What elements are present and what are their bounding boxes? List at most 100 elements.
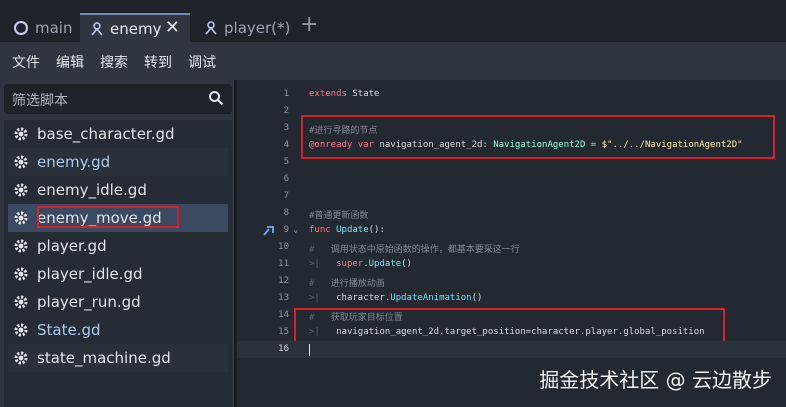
comment: 调用状态中原始函数的操作，都基本要采这一行 — [330, 245, 520, 255]
list-item[interactable]: player.gd — [8, 232, 228, 260]
add-tab-button[interactable]: + — [300, 10, 318, 39]
line-number: 6 — [283, 174, 289, 184]
menu-debug[interactable]: 调试 — [188, 52, 216, 72]
line-number: 14 — [278, 310, 289, 320]
filter-scripts-input[interactable]: 筛选脚本 — [4, 84, 232, 114]
code-token: () — [471, 293, 483, 303]
file-name: player_idle.gd — [37, 265, 143, 283]
menu-edit[interactable]: 编辑 — [56, 52, 84, 72]
file-name: base_character.gd — [37, 125, 175, 143]
code-text: >| character.UpdateAnimation() — [309, 293, 482, 303]
gear-icon — [14, 211, 28, 225]
close-tab-icon[interactable]: ✕ — [165, 17, 180, 38]
code-line: 9 ⌄ func Update(): — [237, 222, 786, 239]
line-number: 7 — [283, 191, 289, 201]
highlight-box — [301, 115, 775, 159]
code-line: 13 >| character.UpdateAnimation() — [237, 290, 786, 307]
line-number: 13 — [278, 293, 289, 303]
comment-mark: # — [309, 279, 315, 289]
line-number: 12 — [278, 276, 289, 286]
line-number: 3 — [283, 123, 289, 133]
code-token: () — [401, 259, 412, 269]
menu-file[interactable]: 文件 — [12, 52, 40, 72]
line-number: 5 — [283, 157, 289, 167]
indent-mark: >| — [309, 293, 320, 303]
line-number: 2 — [283, 106, 289, 116]
function-name: .Update — [363, 259, 402, 269]
line-number: 16 — [278, 344, 289, 354]
keyword: super — [336, 259, 364, 269]
code-line: 7 — [237, 188, 786, 205]
file-name: enemy_idle.gd — [37, 181, 147, 199]
node2d-icon — [91, 21, 103, 36]
list-item[interactable]: player_run.gd — [8, 288, 228, 316]
list-item[interactable]: enemy_idle.gd — [8, 176, 228, 204]
tab-enemy[interactable]: enemy ✕ — [80, 13, 190, 42]
watermark: 掘金技术社区 @ 云边散步 — [539, 368, 772, 392]
code-line: 12 # 进行播放动画 — [237, 273, 786, 290]
gear-icon — [14, 323, 28, 337]
code-line: 1 extends State — [237, 86, 786, 103]
gear-icon — [14, 267, 28, 281]
line-number: 10 — [278, 242, 289, 252]
highlight-box — [37, 206, 179, 228]
function-name: UpdateAnimation — [390, 293, 472, 303]
tab-label: player(*) — [224, 18, 291, 37]
list-item[interactable]: State.gd — [8, 316, 228, 344]
script-menu-bar: 文件 编辑 搜索 转到 调试 — [0, 42, 786, 80]
code-line: 6 — [237, 171, 786, 188]
list-item[interactable]: player_idle.gd — [8, 260, 228, 288]
indent-mark: >| — [309, 259, 320, 269]
code-editor[interactable]: 1 extends State 2 3 #进行寻路的节点 4 @onready … — [237, 80, 786, 407]
list-item[interactable]: enemy.gd — [8, 148, 228, 176]
comment-mark: # — [309, 245, 315, 255]
node2d-icon — [205, 20, 217, 35]
line-number: 4 — [283, 140, 289, 150]
file-name: player.gd — [37, 237, 107, 255]
code-line: 8 #普通更新函数 — [237, 205, 786, 222]
file-name: player_run.gd — [37, 293, 141, 311]
list-item[interactable]: state_machine.gd — [8, 344, 228, 372]
code-text: extends State — [309, 89, 379, 99]
code-line: 5 — [237, 154, 786, 171]
code-text: # 调用状态中原始函数的操作，都基本要采这一行 — [309, 242, 520, 255]
gear-icon — [14, 295, 28, 309]
list-item-selected[interactable]: enemy_move.gd — [8, 204, 228, 232]
fold-arrow-icon[interactable]: ⌄ — [293, 225, 298, 235]
gear-icon — [14, 155, 28, 169]
code-text: # 进行播放动画 — [309, 276, 385, 289]
file-name: State.gd — [37, 321, 101, 339]
line-number: 8 — [283, 208, 289, 218]
keyword: extends — [309, 89, 347, 99]
function-name: Update — [330, 225, 369, 235]
line-number: 11 — [278, 259, 289, 269]
code-text: >| super.Update() — [309, 259, 412, 269]
code-token: (): — [368, 225, 385, 235]
code-line-current: 16 — [237, 341, 786, 358]
code-line: 11 >| super.Update() — [237, 256, 786, 273]
code-token: character. — [336, 293, 391, 303]
keyword: func — [309, 225, 331, 235]
menu-search[interactable]: 搜索 — [100, 52, 128, 72]
tab-main[interactable]: main — [14, 13, 72, 42]
code-token: State — [346, 89, 380, 99]
tab-player[interactable]: player(*) — [204, 13, 290, 42]
script-list-panel: 筛选脚本 base_character.gd enemy.gd enemy_id… — [0, 80, 234, 407]
file-name: enemy.gd — [37, 153, 111, 171]
gear-icon — [14, 351, 28, 365]
code-line: 10 # 调用状态中原始函数的操作，都基本要采这一行 — [237, 239, 786, 256]
search-icon — [209, 91, 224, 106]
scene-tab-bar: main enemy ✕ player(*) + — [0, 0, 786, 42]
menu-goto[interactable]: 转到 — [144, 52, 172, 72]
node-circle-icon — [14, 20, 28, 35]
line-number: 1 — [283, 89, 289, 99]
script-file-list: base_character.gd enemy.gd enemy_idle.gd… — [4, 120, 232, 407]
comment: #普通更新函数 — [309, 211, 369, 221]
gear-icon — [14, 239, 28, 253]
gear-icon — [14, 183, 28, 197]
line-number: 15 — [278, 327, 289, 337]
gear-icon — [14, 127, 28, 141]
list-item[interactable]: base_character.gd — [8, 120, 228, 148]
tab-label: enemy — [110, 19, 162, 38]
code-text: func Update(): — [309, 225, 385, 235]
